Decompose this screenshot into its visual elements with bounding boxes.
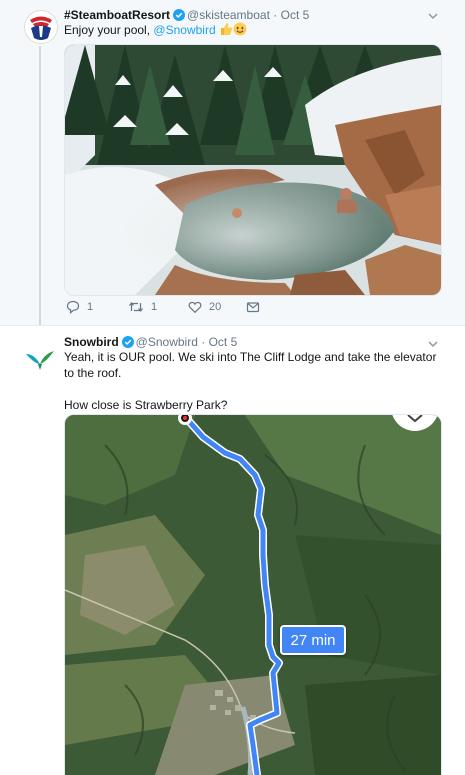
reply-icon	[66, 300, 80, 314]
timestamp[interactable]: Oct 5	[281, 8, 310, 22]
chevron-down-icon[interactable]	[427, 10, 439, 22]
tweet-text-line1: Yeah, it is OUR pool. We ski into The Cl…	[64, 350, 437, 380]
snowbird-avatar[interactable]	[24, 342, 56, 374]
steamboat-avatar[interactable]	[24, 10, 58, 44]
map-screenshot[interactable]: 27 min	[64, 414, 442, 775]
display-name[interactable]: #SteamboatResort	[64, 8, 170, 22]
hot-spring-photo[interactable]	[64, 44, 442, 296]
smiling-face-emoji	[233, 22, 247, 40]
retweet-icon	[129, 302, 143, 312]
envelope-icon	[246, 302, 260, 313]
reply-count: 1	[87, 301, 94, 313]
hot-spring-image	[65, 45, 441, 295]
tweet-text: Enjoy your pool, @Snowbird	[64, 22, 247, 40]
tweet-text-prefix: Enjoy your pool,	[64, 23, 151, 37]
like-count: 20	[209, 301, 222, 313]
tweet-steamboat[interactable]: #SteamboatResort @skisteamboat · Oct 5 En…	[0, 0, 465, 325]
direct-message-button[interactable]	[246, 300, 260, 314]
route-duration-text: 27 min	[290, 631, 336, 649]
tweet-text: Yeah, it is OUR pool. We ski into The Cl…	[64, 349, 444, 413]
tweet-text-line2: How close is Strawberry Park?	[64, 398, 228, 412]
heart-icon	[188, 301, 202, 314]
separator-dot: ·	[201, 335, 206, 349]
separator-dot: ·	[273, 8, 278, 22]
snowbird-logo-icon	[26, 351, 54, 370]
thread-line	[39, 46, 41, 325]
tweet-snowbird[interactable]: Snowbird @Snowbird · Oct 5 Yeah, it is OU…	[0, 325, 465, 775]
thumbs-up-emoji	[219, 22, 233, 40]
satellite-map-image	[65, 415, 441, 775]
like-button[interactable]: 20	[188, 300, 221, 314]
route-duration-label[interactable]: 27 min	[280, 625, 346, 655]
mention-link[interactable]: @Snowbird	[153, 23, 215, 37]
reply-button[interactable]: 1	[66, 300, 93, 314]
retweet-button[interactable]: 1	[128, 300, 157, 314]
steamboat-logo-icon	[26, 12, 56, 42]
timestamp[interactable]: Oct 5	[209, 335, 238, 349]
handle[interactable]: @skisteamboat	[187, 8, 270, 22]
retweet-count: 1	[151, 301, 158, 313]
handle[interactable]: @Snowbird	[136, 335, 198, 349]
display-name[interactable]: Snowbird	[64, 335, 119, 349]
